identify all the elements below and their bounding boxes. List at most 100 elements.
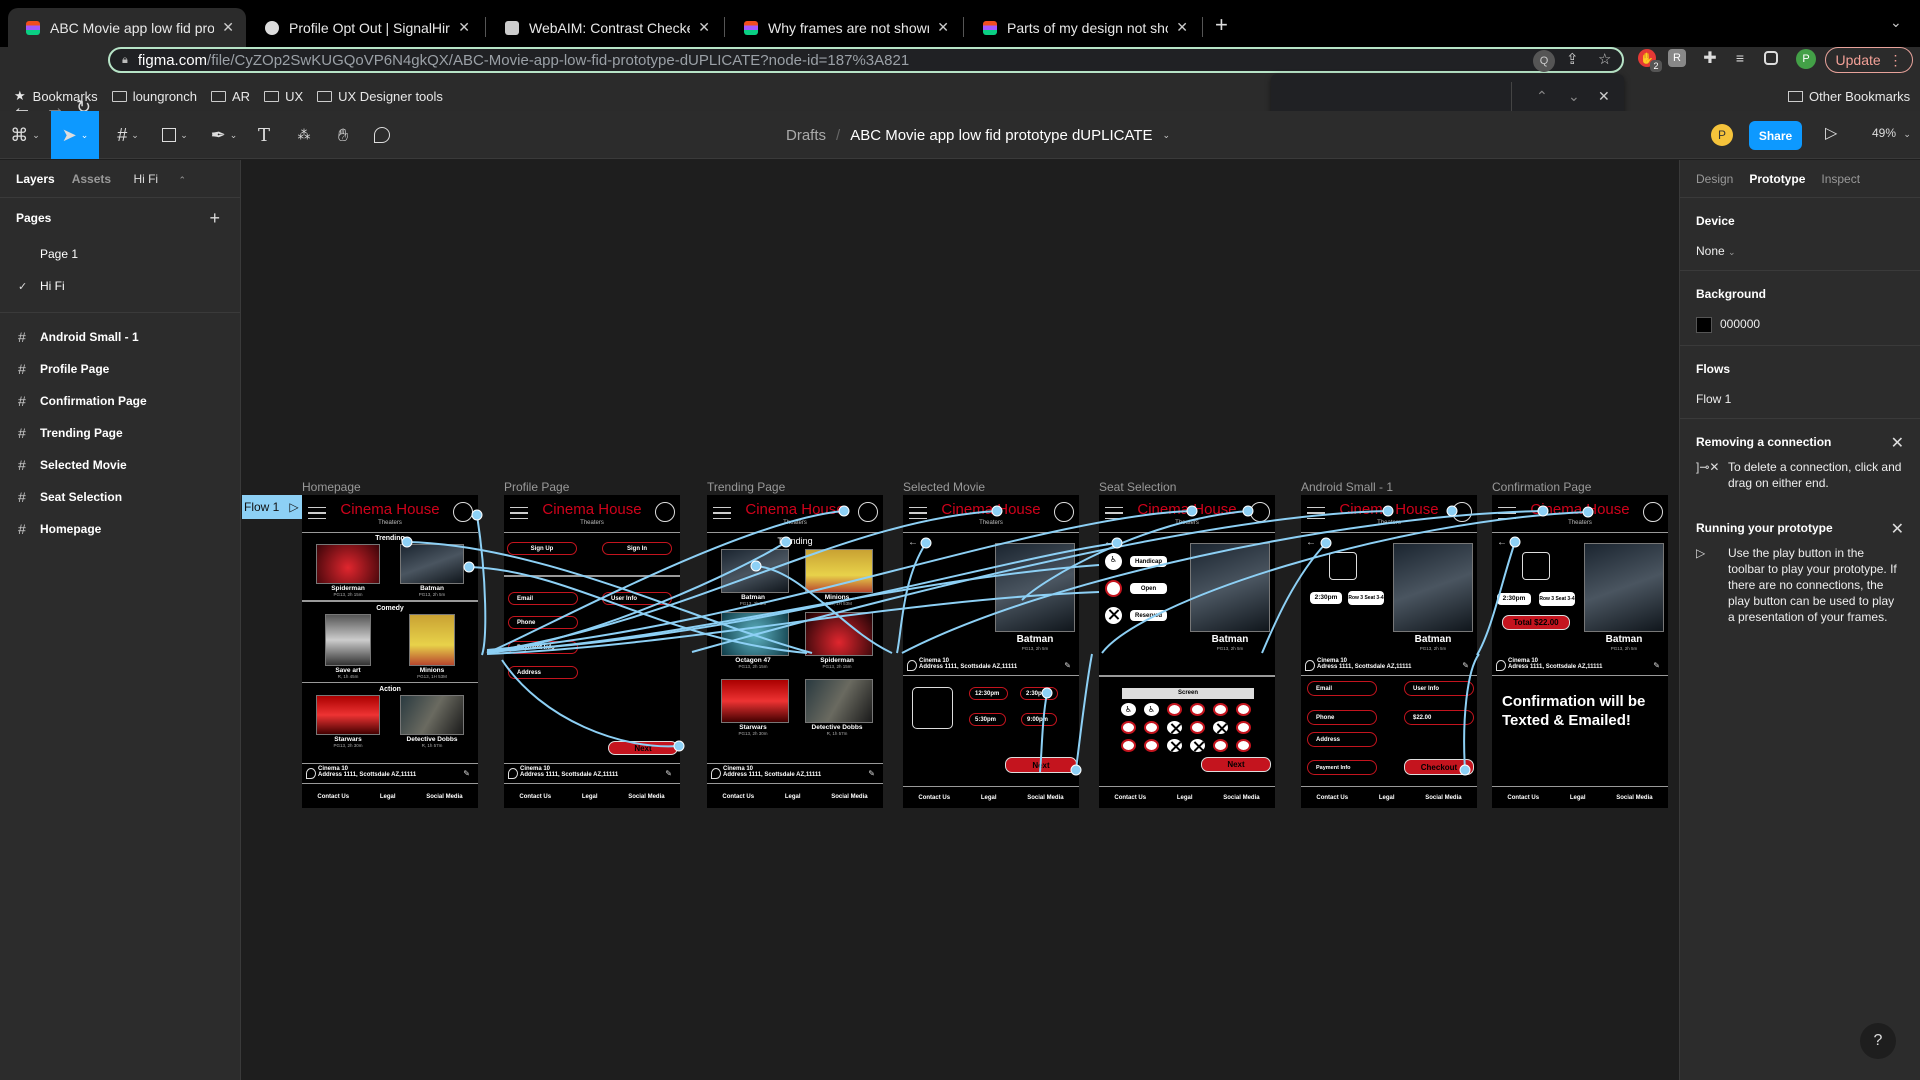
update-button[interactable]: Update ⋮ (1825, 47, 1913, 73)
showtime-pill: 12:30pm (969, 687, 1008, 700)
flow-starting-point[interactable]: Flow 1 ▷ (242, 495, 302, 519)
pen-tool-button[interactable]: ✒ ⌄ (204, 111, 244, 159)
present-play-icon[interactable]: ▷ (1825, 123, 1837, 143)
design-canvas[interactable]: Flow 1 ▷ Homepage Cinema House Theaters Tr… (242, 160, 1679, 1080)
address-bar[interactable]: 🔒︎ figma.com/file/CyZOp2SwKUGQoVP6N4gkQX… (108, 47, 1624, 73)
brand-subtitle: Theaters (1377, 520, 1401, 526)
tab-assets[interactable]: Assets (72, 172, 111, 186)
page-item-page-1[interactable]: Page 1 (0, 238, 240, 270)
tab-inspect[interactable]: Inspect (1821, 172, 1860, 186)
layer-homepage[interactable]: # Homepage (0, 513, 240, 545)
user-avatar[interactable]: P (1711, 124, 1733, 146)
bookmark-folder-loungronch[interactable]: loungronch (111, 89, 197, 104)
share-button[interactable]: Share (1749, 121, 1802, 150)
background-color-swatch[interactable] (1696, 317, 1712, 333)
browser-tab-figma-help-2[interactable]: Parts of my design not showing ✕ (965, 8, 1200, 47)
profile-avatar[interactable]: P (1796, 49, 1816, 69)
chevron-down-icon: ⌄ (1728, 247, 1736, 257)
device-value: None (1696, 244, 1725, 258)
frame-hash-icon: # (18, 361, 26, 377)
close-tip-icon[interactable]: ✕ (1891, 433, 1904, 453)
reading-list-icon[interactable]: ≡ (1731, 49, 1749, 67)
frame-homepage[interactable]: Cinema House Theaters Trending Spiderman P… (302, 495, 478, 808)
bookmark-bookmarks[interactable]: ★ Bookmarks (14, 88, 98, 104)
browser-tab-webaim[interactable]: WebAIM: Contrast Checker ✕ (487, 8, 722, 47)
bookmark-folder-ux-designer-tools[interactable]: UX Designer tools (317, 89, 443, 104)
find-previous-icon[interactable]: ⌃ (1536, 88, 1548, 105)
movie-poster (805, 679, 873, 723)
move-tool-button[interactable]: ➤ ⌄ (51, 111, 99, 159)
browser-tab-signalhire[interactable]: Profile Opt Out | SignalHire ✕ (247, 8, 482, 47)
resources-tool-button[interactable]: ⁂ (290, 111, 318, 159)
main-menu-button[interactable]: ⌘ ⌄ (6, 111, 44, 159)
chevron-down-icon[interactable]: ⌄ (1163, 130, 1171, 141)
tab-search-chevron-icon[interactable]: ⌄ (1890, 14, 1902, 31)
other-bookmarks[interactable]: Other Bookmarks (1788, 83, 1910, 109)
frame-selected-movie[interactable]: Cinema House Theaters ← Batman PG13, 2h 5… (903, 495, 1079, 808)
frame-profile-page[interactable]: Cinema House Theaters Sign Up Sign In Ema… (504, 495, 680, 808)
figma-icon (744, 20, 758, 35)
email-field: Email (508, 592, 578, 605)
frame-seat-selection[interactable]: Cinema House Theaters ← ♿︎ Handicap Open … (1099, 495, 1275, 808)
breadcrumb-drafts[interactable]: Drafts (786, 127, 826, 144)
device-dropdown[interactable]: None ⌄ (1696, 244, 1904, 258)
tab-design[interactable]: Design (1696, 172, 1733, 186)
frame-tool-button[interactable]: # ⌄ (108, 111, 148, 159)
find-close-icon[interactable]: ✕ (1598, 88, 1610, 105)
frame-label-trending[interactable]: Trending Page (707, 480, 785, 494)
browser-tab-figma[interactable]: ABC Movie app low fid prototyp ✕ (8, 8, 246, 47)
side-panel-icon[interactable] (1764, 51, 1778, 65)
close-tab-icon[interactable]: ✕ (458, 19, 470, 36)
layer-confirmation-page[interactable]: # Confirmation Page (0, 385, 240, 417)
close-tab-icon[interactable]: ✕ (698, 19, 710, 36)
page-selector[interactable]: Hi Fi ⌃ (133, 172, 203, 186)
seat-reserved (1213, 721, 1228, 734)
folder-icon (317, 90, 333, 102)
layer-profile-page[interactable]: # Profile Page (0, 353, 240, 385)
movie-name: Starwars (334, 736, 362, 743)
background-hex-input[interactable]: 000000 (1720, 317, 1760, 331)
file-name[interactable]: ABC Movie app low fid prototype dUPLICAT… (850, 127, 1152, 144)
help-button[interactable]: ? (1860, 1023, 1896, 1059)
layer-trending-page[interactable]: # Trending Page (0, 417, 240, 449)
browser-tab-figma-help-1[interactable]: Why frames are not shown in p ✕ (726, 8, 961, 47)
hand-tool-button[interactable]: ✋︎ (329, 111, 357, 159)
tab-layers[interactable]: Layers (16, 172, 55, 186)
extension-r-icon[interactable]: R (1668, 49, 1686, 67)
close-tab-icon[interactable]: ✕ (937, 19, 949, 36)
frame-label-seats[interactable]: Seat Selection (1099, 480, 1176, 494)
close-tab-icon[interactable]: ✕ (1176, 19, 1188, 36)
frame-label-confirmation[interactable]: Confirmation Page (1492, 480, 1591, 494)
close-tip-icon[interactable]: ✕ (1891, 519, 1904, 539)
flow-item[interactable]: Flow 1 (1696, 392, 1904, 406)
layer-selected-movie[interactable]: # Selected Movie (0, 449, 240, 481)
bookmark-folder-ar[interactable]: AR (211, 89, 250, 104)
star-icon: ★ (14, 88, 26, 103)
tab-prototype[interactable]: Prototype (1749, 172, 1805, 186)
zoom-dropdown[interactable]: 49% ⌄ (1872, 126, 1911, 140)
frame-confirmation-page[interactable]: Cinema House Theaters ← 2:30pm Row 3 Seat… (1492, 495, 1668, 808)
bookmark-folder-ux[interactable]: UX (264, 89, 303, 104)
frame-label-homepage[interactable]: Homepage (302, 480, 361, 494)
comment-tool-button[interactable] (368, 111, 396, 159)
find-next-icon[interactable]: ⌄ (1568, 88, 1580, 105)
find-input[interactable] (1281, 82, 1501, 114)
frame-trending-page[interactable]: Cinema House Theaters Trending Batman PG13… (707, 495, 883, 808)
shape-tool-button[interactable]: ⌄ (155, 111, 195, 159)
search-lens-icon[interactable]: Q (1533, 50, 1555, 72)
layer-seat-selection[interactable]: # Seat Selection (0, 481, 240, 513)
text-tool-button[interactable]: T (250, 111, 278, 159)
frame-android-small-1[interactable]: Cinema House Theaters ← 2:30pm Row 3 Seat… (1301, 495, 1477, 808)
frame-label-profile[interactable]: Profile Page (504, 480, 569, 494)
share-page-icon[interactable]: ⇪ (1566, 50, 1579, 68)
frame-label-selected[interactable]: Selected Movie (903, 480, 985, 494)
extensions-puzzle-icon[interactable]: ✚ (1701, 49, 1719, 67)
page-item-hi-fi[interactable]: ✓ Hi Fi (0, 270, 240, 302)
new-tab-button[interactable]: + (1215, 12, 1228, 38)
add-page-icon[interactable]: + (209, 208, 220, 229)
layer-android-small-1[interactable]: # Android Small - 1 (0, 321, 240, 353)
bookmark-star-icon[interactable]: ☆ (1598, 50, 1611, 68)
chevron-up-icon: ⌃ (178, 175, 186, 185)
frame-label-android[interactable]: Android Small - 1 (1301, 480, 1393, 494)
close-tab-icon[interactable]: ✕ (222, 19, 234, 36)
